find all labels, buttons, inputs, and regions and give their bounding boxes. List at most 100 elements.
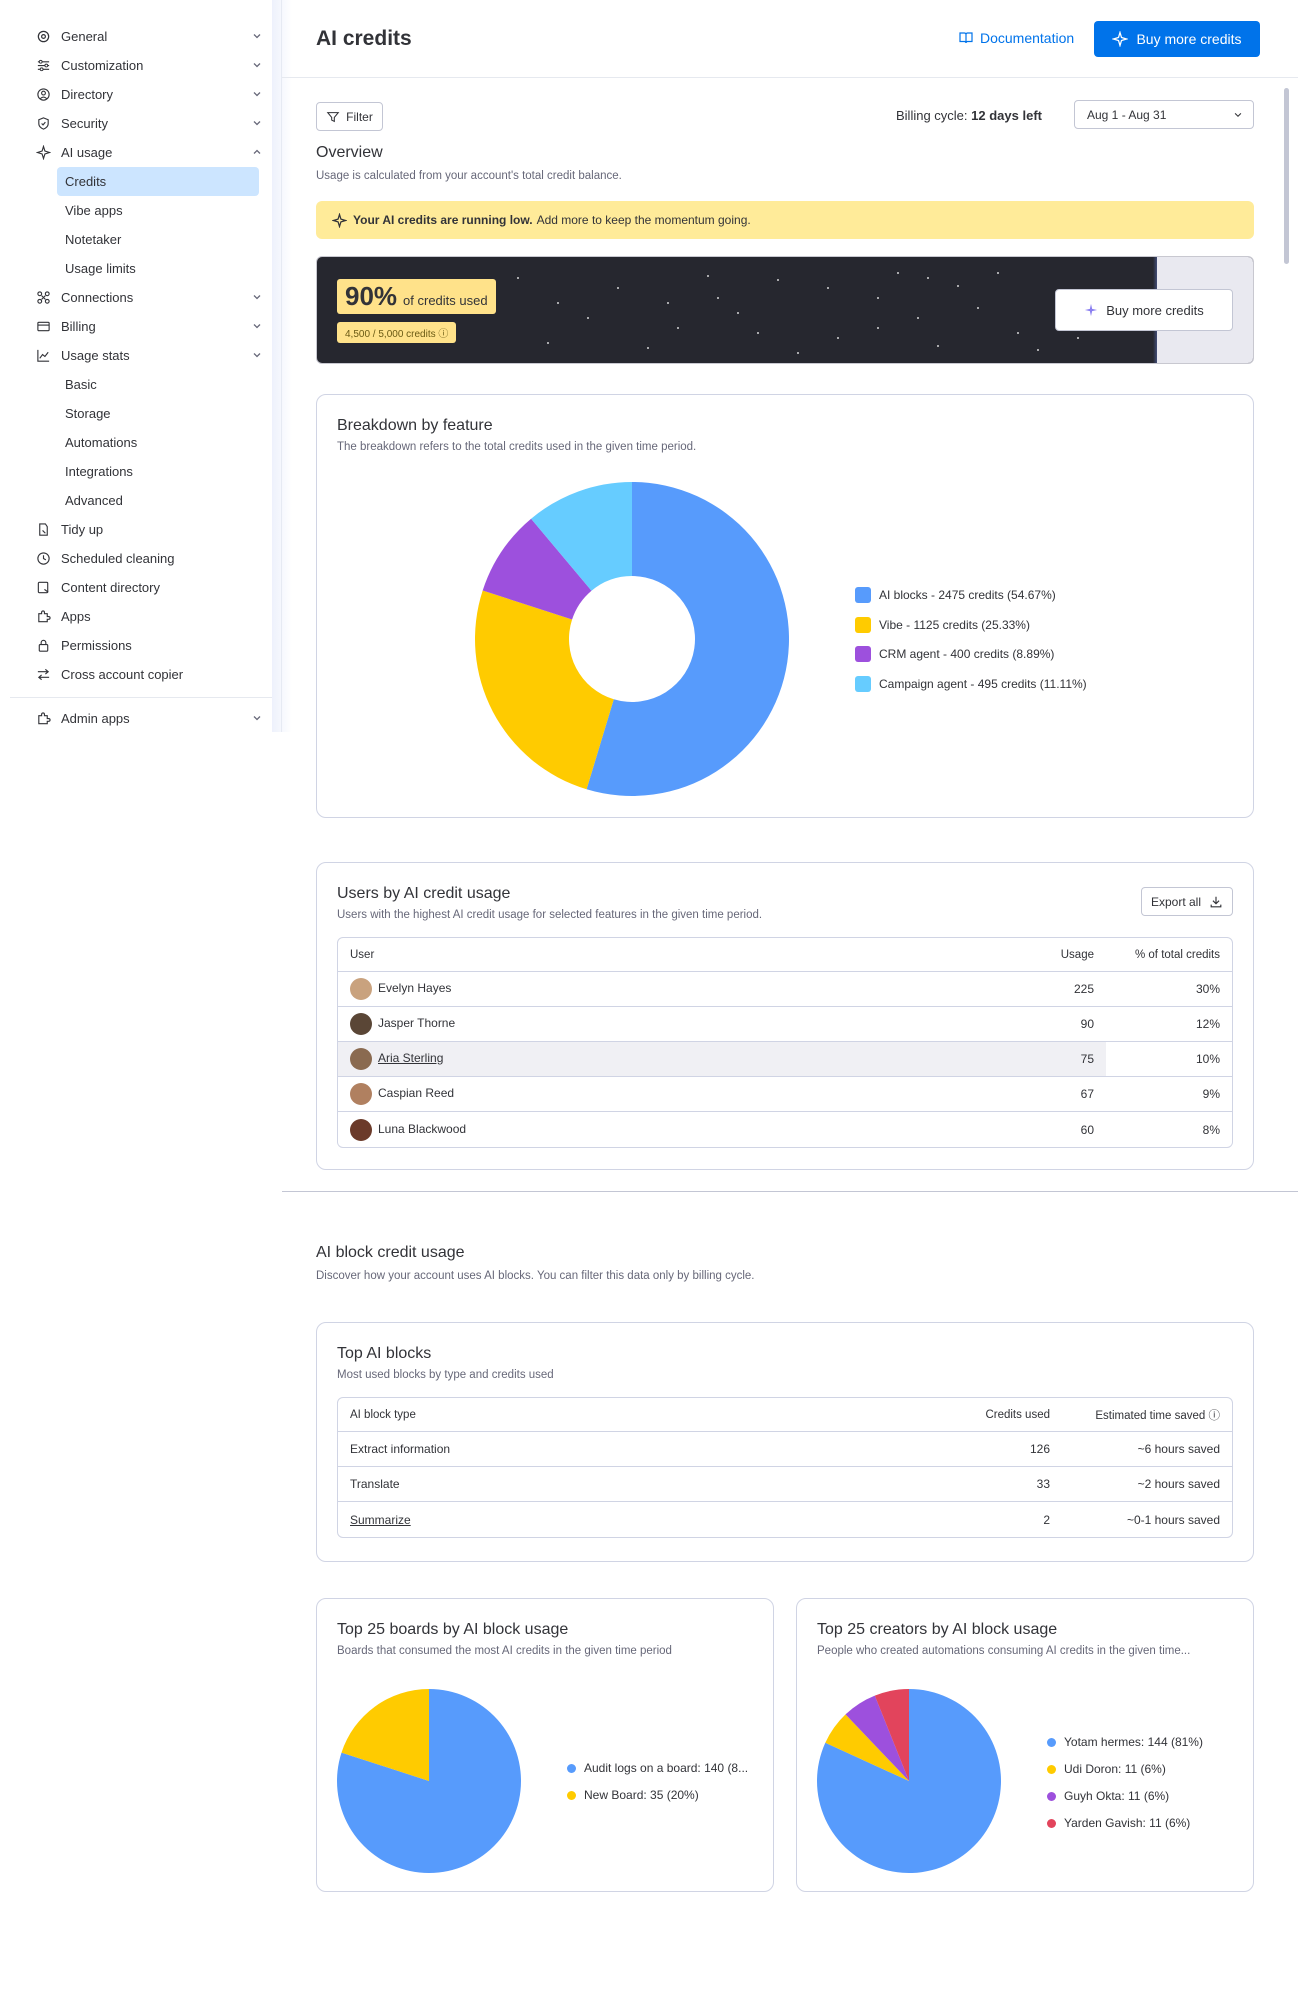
sidebar-item-general[interactable]: General [35, 22, 275, 51]
low-credits-alert: Your AI credits are running low. Add mor… [316, 201, 1254, 239]
column-header-usage[interactable]: Usage [1006, 938, 1106, 972]
info-icon[interactable]: ⓘ [1209, 1410, 1221, 1422]
sidebar-subitem-usage-limits[interactable]: Usage limits [35, 254, 275, 283]
sparkle-icon [332, 212, 347, 228]
user-circle-icon [35, 87, 51, 103]
chevron-down-icon[interactable] [251, 349, 263, 361]
sidebar-item-customization[interactable]: Customization [35, 51, 275, 80]
sidebar-item-scheduled-cleaning[interactable]: Scheduled cleaning [35, 544, 275, 573]
table-row[interactable]: Luna Blackwood 60 8% [338, 1112, 1232, 1147]
top-creators-description: People who created automations consuming… [817, 1645, 1191, 1657]
legend-item[interactable]: Udi Doron: 11 (6%) [1047, 1762, 1166, 1776]
legend-item[interactable]: Campaign agent - 495 credits (11.11%) [855, 675, 1087, 692]
buy-more-credits-button[interactable]: Buy more credits [1094, 21, 1260, 57]
sidebar-subitem-notetaker[interactable]: Notetaker [35, 225, 275, 254]
user-cell[interactable]: Luna Blackwood [338, 1112, 1006, 1147]
sidebar-item-cross-account-copier[interactable]: Cross account copier [35, 660, 275, 689]
sidebar-subitem-vibe-apps[interactable]: Vibe apps [35, 196, 275, 225]
sidebar-item-connections[interactable]: Connections [35, 283, 275, 312]
chevron-down-icon[interactable] [251, 59, 263, 71]
legend-item[interactable]: New Board: 35 (20%) [567, 1788, 699, 1802]
sidebar-item-content-directory[interactable]: Content directory [35, 573, 275, 602]
star-decoration [827, 287, 829, 289]
avatar [350, 1083, 372, 1105]
table-row[interactable]: Summarize 2 ~0-1 hours saved [338, 1502, 1232, 1537]
chevron-down-icon[interactable] [251, 30, 263, 42]
sidebar-item-tidy-up[interactable]: Tidy up [35, 515, 275, 544]
sidebar-item-label: Apps [61, 609, 91, 624]
credits-used-cell: 2 [1043, 1512, 1050, 1527]
sidebar-item-apps[interactable]: Apps [35, 602, 275, 631]
user-name: Jasper Thorne [378, 1016, 456, 1031]
filter-button[interactable]: Filter [316, 102, 383, 131]
sidebar-item-admin-apps[interactable]: Admin apps [35, 704, 275, 733]
chevron-down-icon[interactable] [251, 712, 263, 724]
sparkle-icon [1112, 31, 1129, 47]
legend-item[interactable]: AI blocks - 2475 credits (54.67%) [855, 587, 1056, 603]
sidebar-subitem-credits[interactable]: Credits [57, 167, 259, 196]
column-header-user[interactable]: User [338, 938, 1006, 972]
legend-item[interactable]: CRM agent - 400 credits (8.89%) [855, 646, 1054, 662]
table-row[interactable]: Evelyn Hayes 225 30% [338, 972, 1232, 1007]
legend-item[interactable]: Vibe - 1125 credits (25.33%) [855, 616, 1030, 633]
table-row[interactable]: Aria Sterling 75 10% [338, 1042, 1232, 1077]
puzzle-icon [35, 609, 51, 625]
user-cell[interactable]: Jasper Thorne [338, 1007, 1006, 1042]
sidebar-item-permissions[interactable]: Permissions [35, 631, 275, 660]
sidebar-item-directory[interactable]: Directory [35, 80, 275, 109]
legend-item[interactable]: Yarden Gavish: 11 (6%) [1047, 1816, 1190, 1830]
user-name[interactable]: Aria Sterling [378, 1051, 443, 1065]
sidebar-subitem-advanced[interactable]: Advanced [35, 486, 275, 515]
legend-item[interactable]: Yotam hermes: 144 (81%) [1047, 1735, 1203, 1749]
percent-cell: 12% [1106, 1007, 1232, 1042]
sidebar-subitem-automations[interactable]: Automations [35, 428, 275, 457]
sidebar-subitem-integrations[interactable]: Integrations [35, 457, 275, 486]
column-header-credits-used[interactable]: Credits used [942, 1398, 1062, 1432]
sidebar-item-billing[interactable]: Billing [35, 312, 275, 341]
chevron-up-icon[interactable] [251, 146, 263, 158]
table-row[interactable]: Caspian Reed 67 9% [338, 1077, 1232, 1112]
sidebar-subitem-storage[interactable]: Storage [35, 399, 275, 428]
sidebar-item-ai-usage[interactable]: AI usage [35, 138, 275, 167]
legend-item[interactable]: Guyh Okta: 11 (6%) [1047, 1789, 1169, 1803]
star-decoration [517, 277, 519, 279]
column-header-percent[interactable]: % of total credits [1106, 938, 1232, 972]
block-type[interactable]: Summarize [350, 1513, 411, 1527]
column-header-time-saved[interactable]: Estimated time saved ⓘ [1062, 1398, 1232, 1432]
legend-item[interactable]: Audit logs on a board: 140 (8... [567, 1761, 748, 1775]
user-cell[interactable]: Aria Sterling [338, 1042, 1006, 1077]
pie-slice-1[interactable] [474, 590, 614, 790]
chevron-down-icon[interactable] [251, 291, 263, 303]
star-decoration [797, 352, 799, 354]
chevron-down-icon[interactable] [251, 117, 263, 129]
top-boards-title: Top 25 boards by AI block usage [337, 1621, 569, 1638]
table-row[interactable]: Extract information 126 ~6 hours saved [338, 1432, 1232, 1467]
table-row[interactable]: Jasper Thorne 90 12% [338, 1007, 1232, 1042]
date-range-select[interactable]: Aug 1 - Aug 31 [1074, 100, 1254, 129]
export-all-button[interactable]: Export all [1141, 887, 1233, 916]
star-decoration [677, 327, 679, 329]
sidebar-item-security[interactable]: Security [35, 109, 275, 138]
documentation-link[interactable]: Documentation [958, 30, 1074, 46]
sidebar-subitem-label: Integrations [65, 464, 133, 479]
legend-label: Udi Doron: 11 (6%) [1064, 1762, 1166, 1776]
legend-label: Campaign agent - 495 credits (11.11%) [879, 676, 1087, 691]
user-cell[interactable]: Caspian Reed [338, 1077, 1006, 1112]
user-cell[interactable]: Evelyn Hayes [338, 972, 1006, 1007]
chevron-down-icon[interactable] [251, 88, 263, 100]
chevron-down-icon[interactable] [251, 320, 263, 332]
legend-label: Guyh Okta: 11 (6%) [1064, 1789, 1170, 1803]
sidebar-item-usage-stats[interactable]: Usage stats [35, 341, 275, 370]
table-row[interactable]: Translate 33 ~2 hours saved [338, 1467, 1232, 1502]
legend-swatch [1047, 1791, 1056, 1801]
star-decoration [917, 317, 919, 319]
banner-buy-more-button[interactable]: Buy more credits [1055, 289, 1233, 331]
star-decoration [877, 297, 879, 299]
star-decoration [737, 312, 739, 314]
scrollbar[interactable] [1284, 88, 1289, 264]
column-header-block-type[interactable]: AI block type [338, 1398, 942, 1432]
credits-usage-banner: 90% of credits used 4,500 / 5,000 credit… [316, 256, 1254, 364]
sidebar-subitem-basic[interactable]: Basic [35, 370, 275, 399]
info-icon[interactable]: ⓘ [438, 329, 448, 340]
sidebar-subitem-label: Advanced [65, 493, 123, 508]
